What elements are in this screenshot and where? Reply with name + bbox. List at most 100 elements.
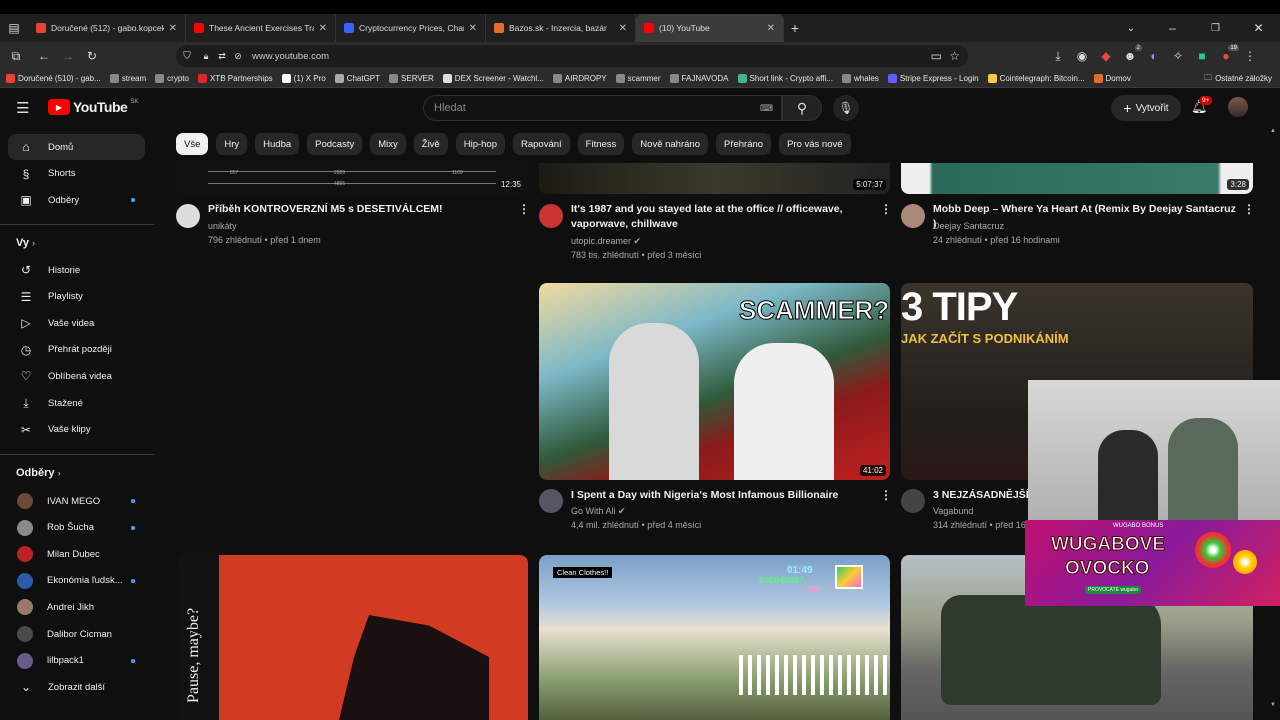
sidebar-item[interactable]: ⌂ Domů	[8, 134, 145, 160]
sidebar-item[interactable]: ⌄ Zobrazit další	[8, 674, 145, 700]
bookmark-item[interactable]: SERVER	[389, 74, 434, 83]
extension-wave-icon[interactable]: ◐	[1146, 49, 1162, 63]
scroll-down-arrow[interactable]: ▼	[1270, 702, 1276, 708]
filter-chip[interactable]: Nově nahráno	[632, 133, 708, 155]
video-title[interactable]: 3 NEJZÁSADNĚJŠÍ T	[933, 488, 1033, 503]
channel-name-row[interactable]: Go With Ali ✔	[571, 504, 626, 518]
filter-chip[interactable]: Hudba	[255, 133, 300, 155]
video-thumbnail-6[interactable]: Pause, maybe?	[179, 555, 528, 720]
sidebar-item[interactable]: § Shorts	[8, 161, 145, 187]
search-input[interactable]: Hledat ⌨	[423, 95, 782, 121]
sidebar-item[interactable]: Andrei Jikh	[8, 594, 145, 620]
browser-tab[interactable]: These Ancient Exercises Transfo ✕	[186, 14, 336, 42]
maximize-button[interactable]: ❐	[1194, 23, 1237, 34]
bookmark-item[interactable]: scammer	[615, 74, 661, 83]
sidebar-toggle-icon[interactable]: ⧉	[0, 49, 32, 64]
extension-green-icon[interactable]: ■	[1194, 49, 1210, 63]
keyboard-icon[interactable]: ⌨	[760, 103, 773, 114]
bookmark-item[interactable]: FAJNAVODA	[669, 74, 729, 83]
tracking-icon[interactable]: ⊘	[230, 51, 246, 62]
permissions-icon[interactable]: ⇄	[214, 51, 230, 62]
close-tab-icon[interactable]: ✕	[767, 23, 775, 34]
close-tab-icon[interactable]: ✕	[319, 23, 327, 34]
more-actions-icon[interactable]: ⋮	[518, 202, 530, 216]
close-window-button[interactable]: ✕	[1237, 21, 1280, 35]
close-tab-icon[interactable]: ✕	[469, 23, 477, 34]
back-button[interactable]: ←	[32, 49, 56, 63]
address-bar[interactable]: ⛉ 🔒︎ ⇄ ⊘ www.youtube.com ▭ ☆	[176, 45, 968, 67]
more-actions-icon[interactable]: ⋮	[880, 488, 892, 502]
filter-chip[interactable]: Rapování	[513, 133, 570, 155]
shield-icon[interactable]: ⛉	[176, 51, 198, 62]
bookmark-item[interactable]: Stripe Express - Login	[887, 74, 979, 83]
video-thumbnail-3[interactable]: 3:28	[901, 163, 1253, 194]
sidebar-item[interactable]: ✂ Vaše klipy	[8, 417, 145, 443]
tab-actions-icon[interactable]: ▤	[0, 21, 28, 35]
url-text[interactable]: www.youtube.com	[252, 51, 329, 62]
filter-chip[interactable]: Mixy	[370, 133, 406, 155]
sidebar-section-subscriptions[interactable]: Odběry ›	[16, 467, 61, 479]
bookmark-item[interactable]: Domov	[1093, 74, 1131, 83]
bookmark-item[interactable]: Cointelegraph: Bitcoin...	[987, 74, 1085, 83]
hamburger-menu-icon[interactable]: ☰	[16, 99, 29, 117]
bookmark-item[interactable]: DEX Screener - Watchl...	[442, 74, 544, 83]
bookmark-item[interactable]: stream	[109, 74, 146, 83]
sidebar-item[interactable]: IVAN MEGO	[8, 488, 145, 514]
sidebar-item[interactable]: Rob Šucha	[8, 515, 145, 541]
browser-tab[interactable]: (10) YouTube ✕	[636, 14, 784, 42]
extensions-puzzle-icon[interactable]: ✧	[1170, 49, 1186, 63]
star-icon[interactable]: ☆	[949, 49, 960, 63]
search-button[interactable]: ⚲	[782, 95, 822, 121]
filter-chip[interactable]: Vše	[176, 133, 209, 155]
bookmark-item[interactable]: AIRDROPY	[552, 74, 607, 83]
browser-tab[interactable]: Bazos.sk - Inzercia, bazár ✕	[486, 14, 636, 42]
channel-name[interactable]: Go With Ali	[571, 506, 616, 516]
sidebar-item[interactable]: lilbpack1	[8, 648, 145, 674]
video-thumbnail-2[interactable]: 5:07:37	[539, 163, 890, 194]
user-avatar[interactable]	[1228, 97, 1248, 117]
browser-tab[interactable]: Doručené (512) - gabo.kopcek@ ✕	[28, 14, 186, 42]
youtube-logo[interactable]: ▶ YouTube SK	[48, 99, 138, 115]
sidebar-item[interactable]: Milan Dubec	[8, 541, 145, 567]
bookmark-item[interactable]: Doručené (510) - gab...	[6, 74, 101, 83]
sidebar-item[interactable]: Ekonómia ľudsk...	[8, 568, 145, 594]
video-thumbnail-7[interactable]: Clean Clothes!! 01:49 $00048897 100	[539, 555, 890, 720]
sidebar-item[interactable]: ▣ Odběry	[8, 187, 145, 213]
sidebar-item[interactable]: ◷ Přehrát později	[8, 337, 145, 363]
filter-chip[interactable]: Přehráno	[715, 133, 772, 155]
extension-ghost-icon[interactable]: ☻ 2	[1122, 45, 1142, 63]
channel-name[interactable]: utopic.dreamer	[571, 236, 631, 246]
tab-search-icon[interactable]: ⌄	[1111, 23, 1151, 34]
other-bookmarks[interactable]: 🗀︎ Ostatné záložky	[1204, 72, 1272, 86]
channel-avatar[interactable]	[176, 204, 200, 228]
filter-chip[interactable]: Hry	[216, 133, 248, 155]
sidebar-item[interactable]: ⤓ Stažené	[8, 390, 145, 416]
channel-avatar[interactable]	[901, 204, 925, 228]
account-icon[interactable]: ◉	[1074, 49, 1090, 63]
voice-search-button[interactable]: 🎙︎	[833, 95, 859, 121]
filter-chip[interactable]: Pro vás nové	[779, 133, 851, 155]
bookmark-item[interactable]: XTB Partnerships	[197, 74, 273, 83]
extension-fox-icon[interactable]: ◆	[1098, 49, 1114, 63]
new-tab-button[interactable]: +	[784, 20, 806, 36]
more-actions-icon[interactable]: ⋮	[880, 202, 892, 216]
reader-icon[interactable]: ▭	[931, 49, 942, 63]
video-title[interactable]: Příběh KONTROVERZNÍ M5 s DESETIVÁLCEM!	[208, 202, 508, 217]
filter-chip[interactable]: Podcasty	[307, 133, 363, 155]
lock-icon[interactable]: 🔒︎	[198, 51, 214, 62]
minimize-button[interactable]: –	[1151, 21, 1194, 35]
sidebar-item[interactable]: ☰ Playlisty	[8, 284, 145, 310]
extension-red-icon[interactable]: ● 19	[1218, 45, 1239, 63]
filter-chip[interactable]: Hip-hop	[455, 133, 505, 155]
download-icon[interactable]: ⤓	[1050, 49, 1066, 64]
page-scrollbar[interactable]: ▲ ▼	[1270, 128, 1278, 720]
sidebar-item[interactable]: ♡ Oblíbená videa	[8, 363, 145, 389]
forward-button[interactable]: →	[56, 49, 80, 63]
channel-name-row[interactable]: utopic.dreamer ✔	[571, 234, 641, 248]
channel-name[interactable]: unikáty	[208, 219, 237, 233]
bookmark-item[interactable]: (1) X Pro	[281, 74, 326, 83]
sidebar-item[interactable]: ▷ Vaše videa	[8, 310, 145, 336]
bookmark-item[interactable]: whales	[841, 74, 879, 83]
channel-avatar[interactable]	[539, 204, 563, 228]
sidebar-item[interactable]: Dalibor Cicman	[8, 621, 145, 647]
